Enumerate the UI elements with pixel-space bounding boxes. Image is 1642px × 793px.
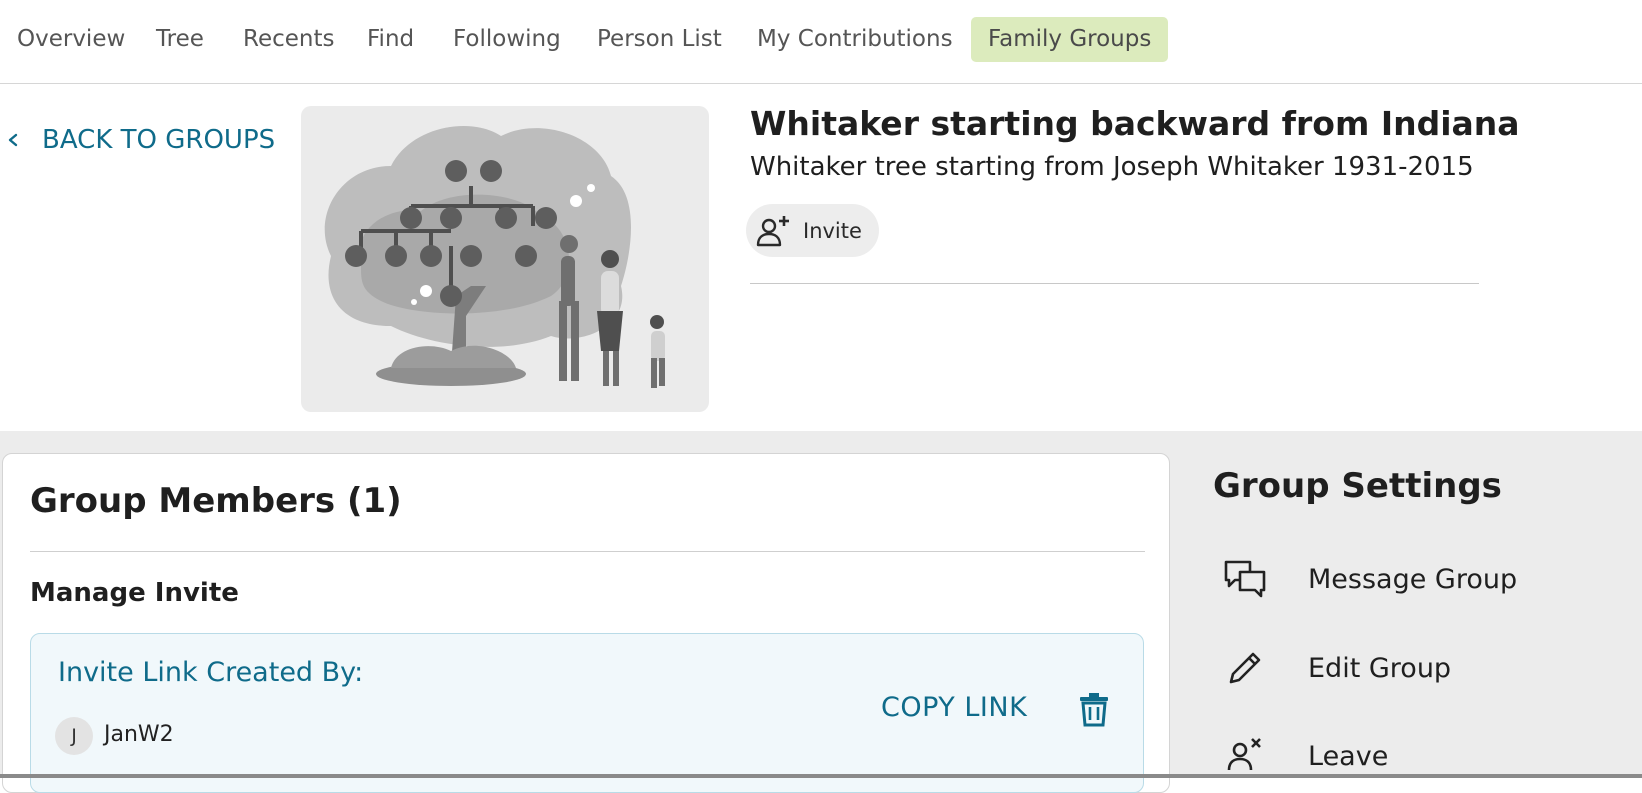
message-icon	[1220, 554, 1270, 604]
add-person-icon	[756, 215, 789, 246]
pencil-icon	[1220, 643, 1270, 693]
back-to-groups-label: BACK TO GROUPS	[42, 125, 276, 155]
edit-group-button[interactable]: Edit Group	[1220, 643, 1451, 693]
group-hero-image	[301, 106, 709, 412]
tab-my-contributions[interactable]: My Contributions	[740, 17, 970, 62]
divider	[30, 551, 1145, 552]
tab-recents[interactable]: Recents	[226, 17, 351, 62]
invite-creator-name: JanW2	[104, 722, 174, 747]
invite-button[interactable]: Invite	[746, 204, 879, 257]
tab-following[interactable]: Following	[436, 17, 578, 62]
invite-created-by-label: Invite Link Created By:	[58, 657, 364, 688]
page-title: Whitaker starting backward from Indiana	[750, 104, 1520, 143]
tab-find[interactable]: Find	[350, 17, 431, 62]
manage-invite-heading: Manage Invite	[30, 578, 239, 608]
message-group-button[interactable]: Message Group	[1220, 554, 1517, 604]
back-to-groups-link[interactable]: BACK TO GROUPS	[6, 122, 275, 158]
group-settings-title: Group Settings	[1213, 466, 1502, 506]
trash-icon[interactable]	[1077, 691, 1111, 727]
top-nav: Overview Tree Recents Find Following Per…	[0, 0, 1642, 84]
avatar: J	[55, 717, 93, 755]
scrollbar[interactable]	[0, 774, 1642, 778]
tab-tree[interactable]: Tree	[139, 17, 221, 62]
chevron-left-icon	[8, 133, 18, 147]
group-members-title: Group Members (1)	[30, 481, 402, 521]
group-description: Whitaker tree starting from Joseph Whita…	[750, 152, 1474, 182]
divider	[750, 283, 1479, 284]
invite-label: Invite	[803, 218, 862, 243]
tab-overview[interactable]: Overview	[0, 17, 142, 62]
leave-group-label: Leave	[1308, 740, 1389, 772]
tab-person-list[interactable]: Person List	[580, 17, 739, 62]
copy-link-button[interactable]: COPY LINK	[881, 692, 1027, 723]
edit-group-label: Edit Group	[1308, 652, 1452, 684]
message-group-label: Message Group	[1308, 563, 1518, 595]
tab-family-groups[interactable]: Family Groups	[971, 17, 1169, 62]
